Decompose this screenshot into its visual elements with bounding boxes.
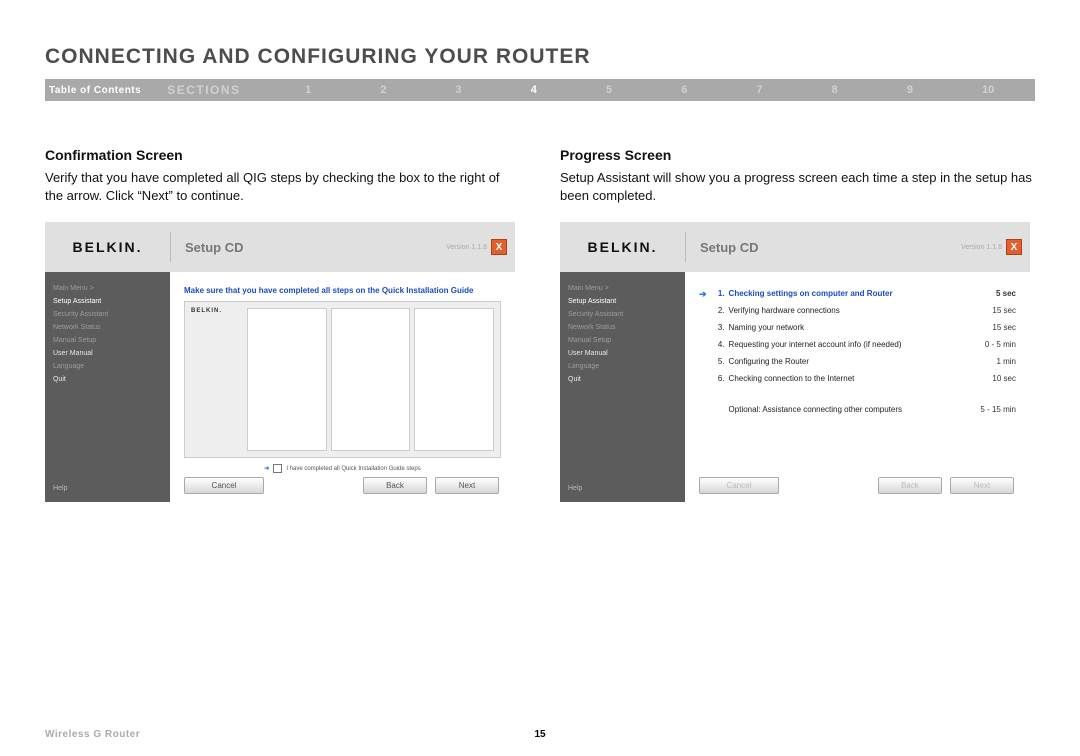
- confirmation-checkbox-row[interactable]: ➔ I have completed all Quick Installatio…: [184, 464, 501, 473]
- sidebar-item[interactable]: Quit: [53, 373, 170, 386]
- right-heading: Progress Screen: [560, 147, 1035, 163]
- version-label: Version 1.1.8: [446, 244, 487, 251]
- section-link-4[interactable]: 4: [531, 84, 537, 96]
- sidebar-item[interactable]: User Manual: [53, 347, 170, 360]
- progress-step: ➔3.Naming your network15 sec: [699, 320, 1016, 337]
- sidebar: Main Menu >Setup AssistantSecurity Assis…: [45, 272, 170, 502]
- qig-step-thumb: [414, 308, 494, 451]
- next-button[interactable]: Next: [435, 477, 499, 494]
- progress-step: ➔4.Requesting your internet account info…: [699, 337, 1016, 354]
- cancel-button[interactable]: Cancel: [699, 477, 779, 494]
- sidebar-help[interactable]: Help: [53, 485, 170, 502]
- sidebar-item[interactable]: Security Assistant: [53, 308, 170, 321]
- qig-preview: BELKIN.: [184, 301, 501, 458]
- sidebar-item[interactable]: Network Status: [568, 321, 685, 334]
- progress-step: ➔5.Configuring the Router1 min: [699, 354, 1016, 371]
- sidebar-item[interactable]: User Manual: [568, 347, 685, 360]
- qig-logo: BELKIN.: [191, 308, 241, 451]
- belkin-logo: BELKIN.: [45, 239, 170, 255]
- product-name: Wireless G Router: [45, 729, 140, 740]
- section-link-1[interactable]: 1: [305, 84, 311, 96]
- sidebar-item[interactable]: Security Assistant: [568, 308, 685, 321]
- section-link-6[interactable]: 6: [681, 84, 687, 96]
- cancel-button[interactable]: Cancel: [184, 477, 264, 494]
- sidebar-item[interactable]: Language: [568, 360, 685, 373]
- section-link-7[interactable]: 7: [756, 84, 762, 96]
- left-body: Verify that you have completed all QIG s…: [45, 169, 520, 204]
- setup-cd-title: Setup CD: [170, 232, 446, 262]
- section-link-8[interactable]: 8: [832, 84, 838, 96]
- sidebar-item[interactable]: Manual Setup: [568, 334, 685, 347]
- arrow-icon: ➔: [264, 465, 269, 472]
- progress-step: ➔1.Checking settings on computer and Rou…: [699, 286, 1016, 303]
- close-icon[interactable]: X: [491, 239, 507, 255]
- belkin-logo: BELKIN.: [560, 239, 685, 255]
- instruction-text: Make sure that you have completed all st…: [184, 286, 501, 295]
- progress-screenshot: BELKIN. Setup CD Version 1.1.8 X Main Me…: [560, 222, 1030, 502]
- sidebar-item[interactable]: Quit: [568, 373, 685, 386]
- page-number: 15: [534, 729, 545, 740]
- qig-step-thumb: [247, 308, 327, 451]
- sidebar-item[interactable]: Language: [53, 360, 170, 373]
- right-body: Setup Assistant will show you a progress…: [560, 169, 1035, 204]
- sidebar-item[interactable]: Setup Assistant: [568, 295, 685, 308]
- checkbox[interactable]: [273, 464, 282, 473]
- next-button[interactable]: Next: [950, 477, 1014, 494]
- section-link-2[interactable]: 2: [380, 84, 386, 96]
- qig-step-thumb: [331, 308, 411, 451]
- section-link-5[interactable]: 5: [606, 84, 612, 96]
- section-link-10[interactable]: 10: [982, 84, 994, 96]
- sidebar-item[interactable]: Main Menu >: [53, 282, 170, 295]
- section-link-9[interactable]: 9: [907, 84, 913, 96]
- close-icon[interactable]: X: [1006, 239, 1022, 255]
- section-navbar: Table of Contents SECTIONS 1 2 3 4 5 6 7 8 9 10: [45, 79, 1035, 101]
- setup-cd-title: Setup CD: [685, 232, 961, 262]
- progress-step: ➔6.Checking connection to the Internet10…: [699, 371, 1016, 388]
- page-title: CONNECTING AND CONFIGURING YOUR ROUTER: [45, 45, 1035, 69]
- version-label: Version 1.1.8: [961, 244, 1002, 251]
- sidebar-help[interactable]: Help: [568, 485, 685, 502]
- back-button[interactable]: Back: [363, 477, 427, 494]
- progress-optional: ➔Optional: Assistance connecting other c…: [699, 402, 1016, 419]
- sections-label: SECTIONS: [149, 83, 240, 97]
- confirmation-screenshot: BELKIN. Setup CD Version 1.1.8 X Main Me…: [45, 222, 515, 502]
- progress-step: ➔2.Verifying hardware connections15 sec: [699, 303, 1016, 320]
- section-numbers: 1 2 3 4 5 6 7 8 9 10: [241, 84, 1035, 96]
- toc-link[interactable]: Table of Contents: [45, 85, 149, 96]
- sidebar-item[interactable]: Setup Assistant: [53, 295, 170, 308]
- sidebar-item[interactable]: Manual Setup: [53, 334, 170, 347]
- section-link-3[interactable]: 3: [456, 84, 462, 96]
- sidebar: Main Menu >Setup AssistantSecurity Assis…: [560, 272, 685, 502]
- progress-steps: ➔1.Checking settings on computer and Rou…: [699, 286, 1016, 419]
- left-heading: Confirmation Screen: [45, 147, 520, 163]
- back-button[interactable]: Back: [878, 477, 942, 494]
- checkbox-label: I have completed all Quick Installation …: [286, 466, 420, 472]
- sidebar-item[interactable]: Network Status: [53, 321, 170, 334]
- sidebar-item[interactable]: Main Menu >: [568, 282, 685, 295]
